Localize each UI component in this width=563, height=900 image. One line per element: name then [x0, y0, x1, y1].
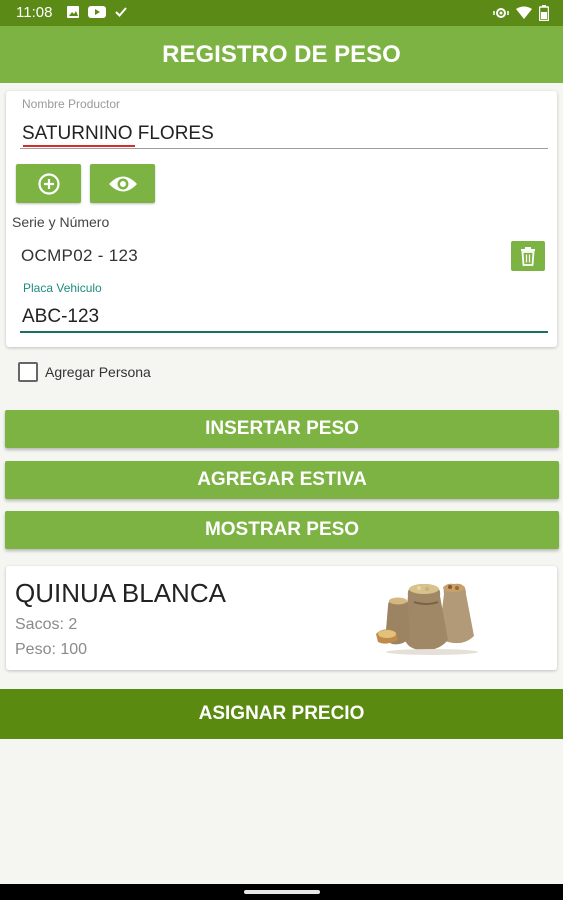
productor-label: Nombre Productor	[22, 97, 121, 111]
add-circle-icon	[37, 172, 60, 195]
home-handle[interactable]	[244, 890, 320, 894]
agregar-persona-label: Agregar Persona	[45, 364, 151, 380]
productor-underline	[20, 148, 548, 149]
trash-icon	[521, 246, 535, 266]
grain-sacks-image	[376, 583, 478, 655]
spellcheck-underline	[23, 145, 135, 147]
page-title: REGISTRO DE PESO	[162, 41, 401, 68]
image-icon	[67, 6, 79, 18]
asignar-precio-button[interactable]: ASIGNAR PRECIO	[0, 689, 563, 739]
check-icon	[115, 7, 127, 17]
agregar-persona-checkbox[interactable]	[18, 362, 38, 382]
navigation-bar	[0, 884, 563, 900]
app-bar: REGISTRO DE PESO	[0, 26, 563, 83]
product-peso: Peso: 100	[15, 641, 88, 658]
productor-input[interactable]: SATURNINO FLORES	[22, 123, 214, 145]
placa-underline	[20, 331, 548, 333]
status-bar: 11:08	[0, 0, 563, 26]
wifi-icon	[516, 6, 532, 19]
youtube-icon	[88, 6, 106, 18]
placa-label: Placa Vehiculo	[23, 281, 102, 295]
eye-icon	[108, 176, 137, 191]
mostrar-peso-button[interactable]: MOSTRAR PESO	[5, 511, 559, 549]
product-card[interactable]: QUINUA BLANCA Sacos: 2 Peso: 100	[6, 566, 557, 670]
product-sacos: Sacos: 2	[15, 616, 78, 633]
battery-icon	[539, 5, 549, 21]
serie-label: Serie y Número	[12, 214, 110, 230]
serie-value: OCMP02 - 123	[21, 246, 138, 265]
placa-input[interactable]: ABC-123	[22, 306, 99, 328]
agregar-estiva-button[interactable]: AGREGAR ESTIVA	[5, 461, 559, 499]
vibrate-icon	[493, 8, 509, 18]
insertar-peso-button[interactable]: INSERTAR PESO	[5, 410, 559, 448]
add-productor-button[interactable]	[16, 164, 81, 203]
product-name: QUINUA BLANCA	[15, 578, 226, 608]
status-time: 11:08	[16, 4, 53, 21]
view-productor-button[interactable]	[90, 164, 155, 203]
form-card: Nombre Productor SATURNINO FLORES Serie …	[6, 91, 557, 347]
delete-serie-button[interactable]	[511, 241, 545, 271]
